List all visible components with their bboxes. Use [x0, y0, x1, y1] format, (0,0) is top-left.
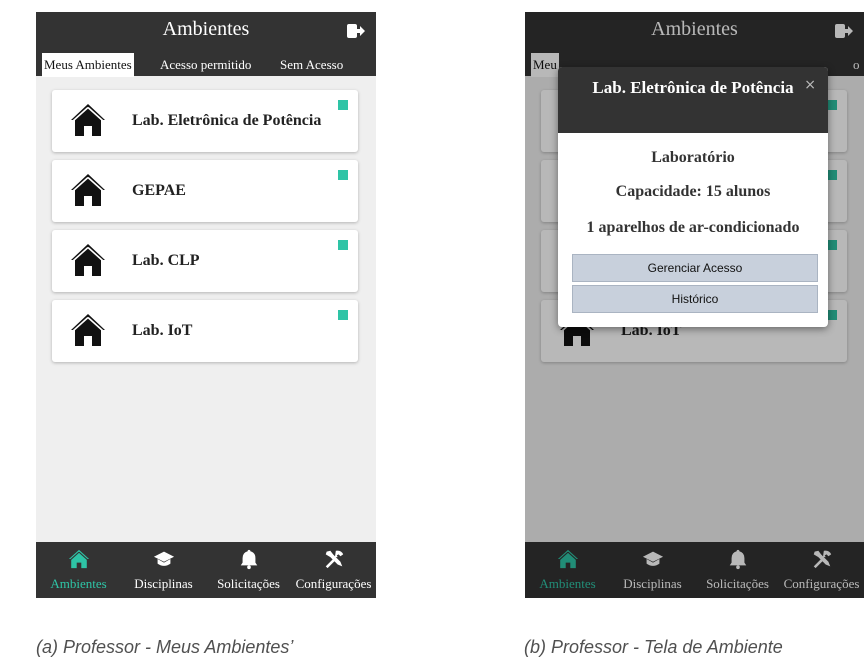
- room-name: Lab. IoT: [132, 322, 193, 339]
- tab-meus-ambientes[interactable]: Meus Ambientes: [42, 53, 134, 77]
- bottom-nav: Ambientes Disciplinas Solicitações Confi…: [36, 542, 376, 598]
- phone-screen-meus-ambientes: Ambientes Meus Ambientes Acesso permitid…: [36, 12, 376, 598]
- room-card-lab-clp[interactable]: Lab. CLP: [52, 230, 358, 292]
- caption-b: (b) Professor - Tela de Ambiente: [524, 637, 783, 657]
- room-name: GEPAE: [132, 182, 186, 199]
- manage-access-button[interactable]: Gerenciar Acesso: [572, 254, 818, 282]
- status-indicator: [338, 100, 348, 110]
- room-ac-units: 1 aparelhos de ar-condicionado: [586, 219, 800, 236]
- nav-item-configuracoes[interactable]: Configurações: [291, 542, 376, 598]
- history-button[interactable]: Histórico: [572, 285, 818, 313]
- status-indicator: [338, 310, 348, 320]
- nav-item-solicitacoes[interactable]: Solicitações: [206, 542, 291, 598]
- room-capacity: Capacidade: 15 alunos: [615, 183, 771, 200]
- room-name: Lab. CLP: [132, 252, 200, 269]
- room-name: Lab. Eletrônica de Potência: [132, 112, 322, 129]
- caption-a: (a) Professor - Meus Ambientes’: [36, 637, 294, 657]
- tab-bar: Meus Ambientes Acesso permitido Sem Aces…: [36, 52, 376, 77]
- modal-header: Lab. Eletrônica de Potência ×: [558, 67, 828, 133]
- nav-label: Configurações: [295, 576, 372, 591]
- phone-screen-tela-ambiente: Ambientes Meu o Lab. IoT Ambientes Disci…: [525, 12, 864, 598]
- status-indicator: [338, 240, 348, 250]
- room-type: Laboratório: [651, 149, 735, 166]
- bell-icon: [238, 548, 260, 570]
- status-indicator: [338, 170, 348, 180]
- room-details-modal: Lab. Eletrônica de Potência × Laboratóri…: [558, 67, 828, 327]
- home-icon: [70, 243, 106, 277]
- graduation-cap-icon: [153, 548, 175, 570]
- modal-title: Lab. Eletrônica de Potência: [592, 78, 794, 97]
- page-title: Ambientes: [162, 18, 250, 40]
- home-icon: [68, 548, 90, 570]
- room-card-gepae[interactable]: GEPAE: [52, 160, 358, 222]
- room-card-lab-eletronica[interactable]: Lab. Eletrônica de Potência: [52, 90, 358, 152]
- room-card-lab-iot[interactable]: Lab. IoT: [52, 300, 358, 362]
- tools-icon: [323, 548, 345, 570]
- logout-icon[interactable]: [346, 22, 366, 40]
- home-icon: [70, 103, 106, 137]
- app-header: Ambientes Meus Ambientes Acesso permitid…: [36, 12, 376, 77]
- home-icon: [70, 313, 106, 347]
- close-icon[interactable]: ×: [804, 77, 816, 93]
- tab-sem-acesso[interactable]: Sem Acesso: [278, 54, 345, 76]
- nav-item-disciplinas[interactable]: Disciplinas: [121, 542, 206, 598]
- tab-acesso-permitido[interactable]: Acesso permitido: [158, 54, 253, 76]
- nav-item-ambientes[interactable]: Ambientes: [36, 542, 121, 598]
- home-icon: [70, 173, 106, 207]
